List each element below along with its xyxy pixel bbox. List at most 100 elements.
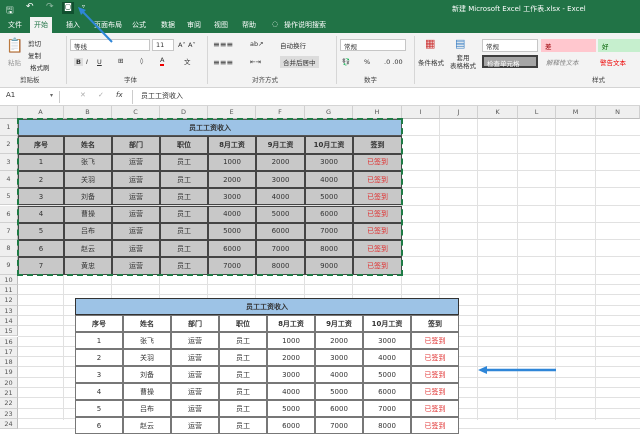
style-normal[interactable]: 常规 xyxy=(482,39,538,52)
picture-header-cell: 序号 xyxy=(75,315,123,332)
picture-cell: 已签到 xyxy=(411,383,459,400)
customize-icon[interactable]: ▿ xyxy=(82,3,85,10)
format-table-button[interactable]: 套用 表格格式 xyxy=(450,54,476,70)
fill-color-icon[interactable]: ◊ xyxy=(140,57,143,65)
row-header-4[interactable]: 4 xyxy=(0,170,18,189)
row-header-5[interactable]: 5 xyxy=(0,188,18,206)
row-header-6[interactable]: 6 xyxy=(0,205,18,223)
picture-cell: 已签到 xyxy=(411,400,459,417)
row-header-23[interactable]: 23 xyxy=(0,408,18,419)
style-explanatory[interactable]: 解释性文本 xyxy=(546,57,579,67)
percent-button[interactable]: % xyxy=(364,58,370,66)
row-header-24[interactable]: 24 xyxy=(0,418,18,430)
align-top-icon[interactable]: ≡≡≡ xyxy=(213,40,233,49)
group-clipboard-label: 剪贴板 xyxy=(20,76,40,84)
row-header-14[interactable]: 14 xyxy=(0,315,18,327)
grow-font-icon[interactable]: A˄ xyxy=(178,41,186,49)
row-header-9[interactable]: 9 xyxy=(0,257,18,275)
tab-page-layout[interactable]: 页面布局 xyxy=(90,19,126,31)
style-bad[interactable]: 差 xyxy=(541,39,596,52)
row-header-10[interactable]: 10 xyxy=(0,274,18,285)
picture-cell: 2000 xyxy=(315,332,363,349)
row-header-13[interactable]: 13 xyxy=(0,305,18,316)
cut-button[interactable]: 剪切 xyxy=(28,38,41,48)
phonetic-icon[interactable]: 文 xyxy=(184,56,191,66)
name-box-dropdown-icon[interactable]: ▾ xyxy=(50,92,53,99)
currency-icon[interactable]: 💱 xyxy=(342,58,350,66)
enter-icon[interactable]: ✓ xyxy=(98,91,104,99)
tab-review[interactable]: 审阅 xyxy=(183,19,205,31)
font-name-select[interactable]: 等线 xyxy=(70,39,150,51)
row-header-19[interactable]: 19 xyxy=(0,367,18,378)
copy-button[interactable]: 复制 xyxy=(28,50,41,60)
cancel-icon[interactable]: ✕ xyxy=(80,91,86,99)
conditional-format-button[interactable]: 条件格式 xyxy=(418,57,444,67)
picture-cell: 4000 xyxy=(315,366,363,383)
row-header-18[interactable]: 18 xyxy=(0,357,18,368)
shrink-font-icon[interactable]: A˅ xyxy=(188,41,196,49)
tab-home[interactable]: 开始 xyxy=(30,17,52,33)
font-color-icon[interactable]: A xyxy=(160,56,165,66)
picture-cell: 1000 xyxy=(267,332,315,349)
indent-icon[interactable]: ⇤⇥ xyxy=(250,58,261,66)
row-header-15[interactable]: 15 xyxy=(0,326,18,337)
number-format-select[interactable]: 常规 xyxy=(340,39,406,51)
select-all-corner[interactable] xyxy=(0,106,18,119)
picture-header-cell: 10月工资 xyxy=(363,315,411,332)
merge-center-button[interactable]: 合并后居中 xyxy=(280,56,319,68)
redo-icon[interactable]: ↷ xyxy=(46,2,54,12)
style-good[interactable]: 好 xyxy=(598,39,640,52)
wrap-text-button[interactable]: 自动换行 xyxy=(280,40,306,50)
bold-button[interactable]: B xyxy=(74,58,83,66)
formula-input[interactable]: 员工工资收入 xyxy=(132,90,640,104)
tab-formulas[interactable]: 公式 xyxy=(128,19,150,31)
picture-cell: 已签到 xyxy=(411,366,459,383)
picture-cell: 运营 xyxy=(171,383,219,400)
picture-cell: 1 xyxy=(75,332,123,349)
tab-help[interactable]: 帮助 xyxy=(238,19,260,31)
picture-cell: 运营 xyxy=(171,349,219,366)
italic-button[interactable]: I xyxy=(86,58,88,66)
tell-me-search[interactable]: 操作说明搜索 xyxy=(280,19,330,31)
tab-file[interactable]: 文件 xyxy=(4,19,26,31)
border-icon[interactable]: ⊞ xyxy=(118,57,123,65)
row-header-2[interactable]: 2 xyxy=(0,136,18,154)
row-header-17[interactable]: 17 xyxy=(0,346,18,358)
row-header-21[interactable]: 21 xyxy=(0,388,18,399)
column-header-L[interactable]: L xyxy=(518,106,556,119)
align-left-icon[interactable]: ≡≡≡ xyxy=(213,58,233,67)
tab-insert[interactable]: 插入 xyxy=(62,19,84,31)
picture-cell: 7000 xyxy=(363,400,411,417)
fx-button[interactable]: fx xyxy=(116,91,123,99)
row-header-8[interactable]: 8 xyxy=(0,240,18,258)
underline-button[interactable]: U xyxy=(97,58,102,66)
column-header-I[interactable]: I xyxy=(402,106,440,119)
style-warning[interactable]: 警告文本 xyxy=(600,57,626,67)
row-header-1[interactable]: 1 xyxy=(0,119,18,137)
paste-icon[interactable]: 📋 xyxy=(6,38,23,54)
camera-icon[interactable]: ◙ xyxy=(62,2,74,14)
picture-cell: 5 xyxy=(75,400,123,417)
style-check-cell[interactable]: 检查单元格 xyxy=(482,55,538,68)
row-header-7[interactable]: 7 xyxy=(0,222,18,241)
tab-view[interactable]: 视图 xyxy=(210,19,232,31)
undo-icon[interactable]: ↶ xyxy=(26,2,34,12)
row-header-11[interactable]: 11 xyxy=(0,285,18,296)
column-header-J[interactable]: J xyxy=(440,106,478,119)
column-header-M[interactable]: M xyxy=(556,106,596,119)
paste-button[interactable]: 粘贴 xyxy=(8,57,21,67)
row-header-22[interactable]: 22 xyxy=(0,398,18,409)
font-size-select[interactable]: 11 xyxy=(152,39,174,51)
column-header-K[interactable]: K xyxy=(478,106,518,119)
format-painter-button[interactable]: 格式刷 xyxy=(30,62,50,72)
tab-data[interactable]: 数据 xyxy=(157,19,179,31)
row-header-12[interactable]: 12 xyxy=(0,295,18,306)
picture-cell: 运营 xyxy=(171,332,219,349)
row-header-16[interactable]: 16 xyxy=(0,336,18,347)
orientation-icon[interactable]: ab↗ xyxy=(250,40,264,48)
row-header-20[interactable]: 20 xyxy=(0,377,18,388)
row-header-3[interactable]: 3 xyxy=(0,153,18,171)
decimal-icon[interactable]: .0 .00 xyxy=(384,58,403,66)
group-styles-label: 样式 xyxy=(592,76,605,84)
column-header-N[interactable]: N xyxy=(596,106,640,119)
